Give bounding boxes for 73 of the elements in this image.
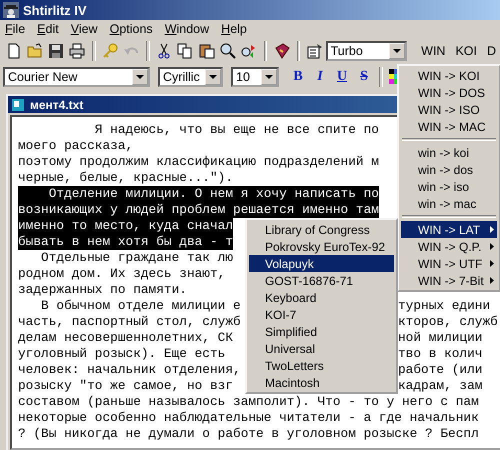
menu-item[interactable]: win -> iso bbox=[401, 178, 497, 195]
text-line: делам несовершеннолетних, СК bbox=[18, 330, 234, 346]
text-line: кторов, служб bbox=[398, 314, 498, 330]
strikethrough-button[interactable]: S bbox=[353, 69, 375, 85]
text-line: ? (Вы никогда не думали о работе в уголовном розыске ? Беспл bbox=[18, 426, 479, 442]
menu-item[interactable]: KOI-7 bbox=[249, 306, 394, 323]
menu-item[interactable]: Pokrovsky EuroTex-92 bbox=[249, 238, 394, 255]
text-line: В обычном отделе милиции е bbox=[40, 298, 241, 314]
script-dropdown[interactable]: Cyrillic bbox=[158, 67, 223, 87]
text-line: кадрам, зам bbox=[398, 378, 482, 394]
text-line: тво в колич bbox=[398, 346, 482, 362]
italic-button[interactable]: I bbox=[309, 69, 331, 85]
text-line: человек: начальник отделения, bbox=[18, 362, 241, 378]
menu-item[interactable]: GOST-16876-71 bbox=[249, 272, 394, 289]
dropdown-arrow-icon bbox=[209, 75, 217, 79]
text-line: поэтому продолжим классификацию подразделений м bbox=[18, 154, 379, 170]
submenu-arrow-icon bbox=[490, 260, 494, 267]
menu-item[interactable]: Volapuyk bbox=[249, 255, 394, 272]
text-line: Отдельные граждане так лю bbox=[40, 250, 234, 266]
menu-item[interactable]: Universal bbox=[249, 340, 394, 357]
font-dropdown[interactable]: Courier New bbox=[3, 67, 150, 87]
submenu-arrow-icon bbox=[490, 226, 494, 233]
text-line: часть, паспортный стол, служб bbox=[18, 314, 241, 330]
bold-button[interactable]: B bbox=[287, 69, 309, 85]
menu-item[interactable]: Help bbox=[221, 22, 247, 36]
charset-button[interactable]: WIN bbox=[421, 44, 446, 58]
menu-item[interactable]: TwoLetters bbox=[249, 357, 394, 374]
text-line: черные, белые, красные..."). bbox=[18, 170, 234, 186]
menu-item[interactable]: WIN -> MAC bbox=[401, 118, 497, 135]
document-icon bbox=[11, 98, 25, 112]
menu-item[interactable]: WIN -> 7-Bit bbox=[401, 272, 497, 289]
menu-item[interactable]: Keyboard bbox=[249, 289, 394, 306]
text-line: розыску "то же самое, но взг bbox=[18, 378, 234, 394]
menu-item[interactable]: Library of Congress bbox=[249, 221, 394, 238]
text-line: работе (или bbox=[398, 362, 482, 378]
menu-item[interactable]: win -> koi bbox=[401, 144, 497, 161]
menu-item[interactable]: WIN -> Q.P. bbox=[401, 238, 497, 255]
menu-item[interactable]: Options bbox=[110, 22, 153, 36]
menu-item[interactable]: WIN -> ISO bbox=[401, 101, 497, 118]
charset-button[interactable]: KOI bbox=[455, 44, 478, 58]
text-line: ной милиции bbox=[398, 330, 482, 346]
text-line: моего рассказа, bbox=[18, 138, 134, 154]
menu-item[interactable]: Edit bbox=[37, 22, 59, 36]
speed-dropdown[interactable]: Turbo bbox=[326, 41, 408, 61]
menu-item[interactable]: Macintosh bbox=[249, 374, 394, 391]
menu-item[interactable]: WIN -> UTF bbox=[401, 255, 497, 272]
text-line: уголовный розыск). Еще есть bbox=[18, 346, 226, 362]
text-line: Я надеюсь, что вы еще не все спите по bbox=[94, 122, 379, 138]
menu-item[interactable]: WIN -> LAT bbox=[401, 221, 497, 238]
size-dropdown[interactable]: 10 bbox=[231, 67, 279, 87]
underline-button[interactable]: U bbox=[331, 69, 353, 85]
text-line: турных едини bbox=[398, 298, 490, 314]
menu-item[interactable]: File bbox=[5, 22, 26, 36]
submenu-arrow-icon bbox=[490, 277, 494, 284]
dropdown-arrow-icon bbox=[265, 75, 273, 79]
document-title: мент4.txt bbox=[30, 98, 84, 112]
text-line: родном дом. Их здесь знают, bbox=[18, 266, 226, 282]
figure-icon bbox=[3, 2, 19, 18]
dropdown-arrow-icon bbox=[393, 49, 402, 53]
dropdown-arrow-icon bbox=[136, 75, 144, 79]
text-line: некоторые особенно наблюдательные читатели - а где начальник bbox=[18, 410, 479, 426]
window-title: Shtirlitz IV bbox=[23, 2, 87, 18]
menu-item[interactable]: View bbox=[70, 22, 98, 36]
menu-item[interactable]: Simplified bbox=[249, 323, 394, 340]
menu-item[interactable]: WIN -> DOS bbox=[401, 84, 497, 101]
menu-item[interactable]: win -> mac bbox=[401, 195, 497, 212]
menu-item[interactable]: Window bbox=[164, 22, 210, 36]
text-line: задержанных по памяти. bbox=[18, 282, 187, 298]
menu-item[interactable]: WIN -> KOI bbox=[401, 67, 497, 84]
charset-button[interactable]: D bbox=[487, 44, 496, 58]
submenu-arrow-icon bbox=[490, 243, 494, 250]
menu-item[interactable]: win -> dos bbox=[401, 161, 497, 178]
text-line: составом (раньше называлось замполит). Что - то у него с пам bbox=[18, 394, 479, 410]
